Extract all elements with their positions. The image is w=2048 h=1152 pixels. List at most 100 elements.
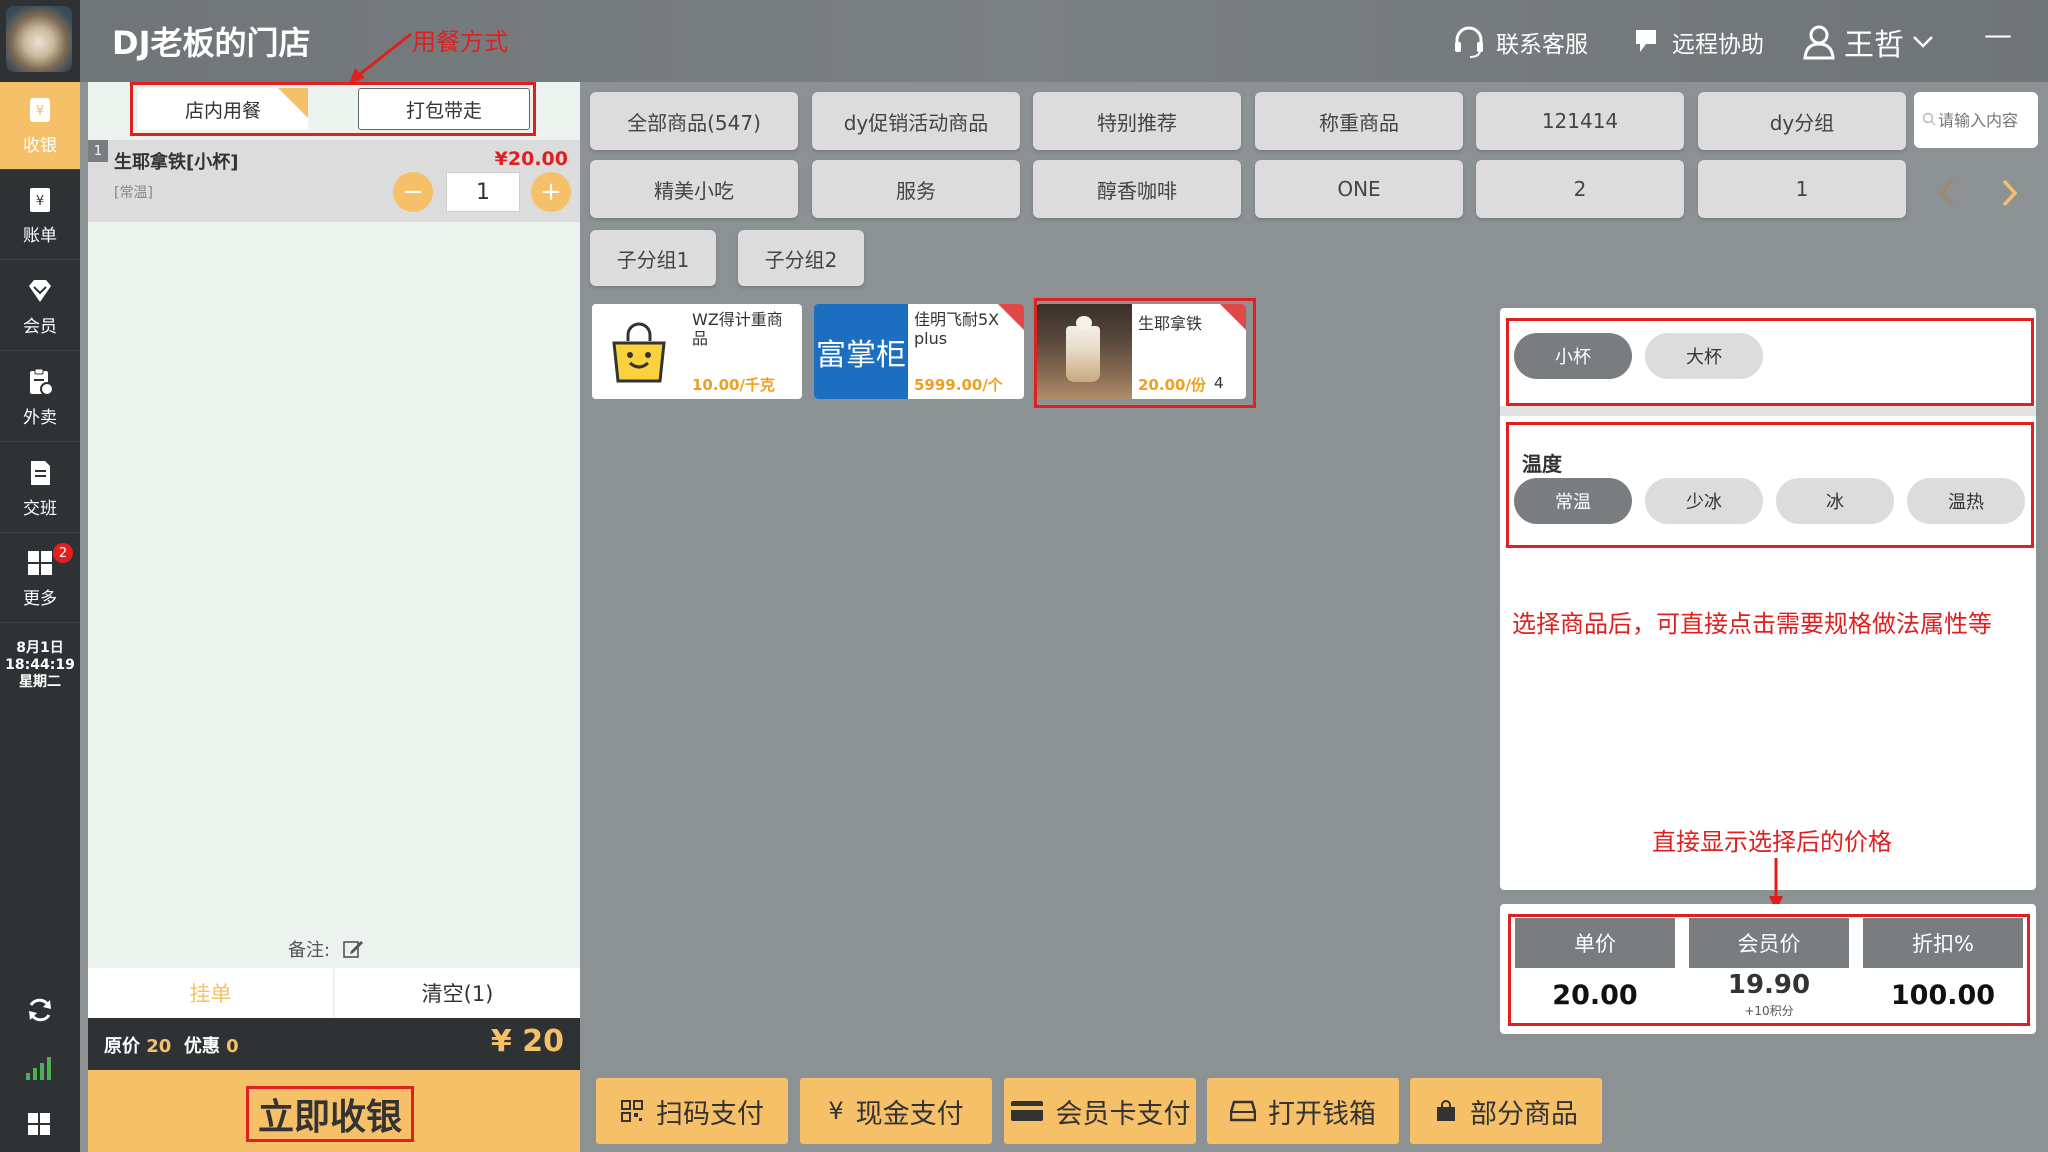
cart-row[interactable]: 1 生耶拿铁[小杯] ¥20.00 [常温] − 1 + <box>88 140 580 222</box>
category-subgroup-2[interactable]: 子分组2 <box>738 230 864 286</box>
sidebar-label-bill: 账单 <box>23 226 57 246</box>
sidebar-label-shift: 交班 <box>23 499 57 519</box>
refresh-icon[interactable] <box>25 995 55 1025</box>
sidebar-label-member: 会员 <box>23 317 57 337</box>
cart-summary: 原价 20 优惠 0 ¥ 20 <box>88 1018 580 1070</box>
size-option-small[interactable]: 小杯 <box>1514 333 1632 379</box>
summary-text: 原价 20 优惠 0 <box>104 1032 239 1058</box>
search-icon <box>1922 112 1936 126</box>
category-service[interactable]: 服务 <box>812 160 1020 218</box>
annotation-arrow <box>349 32 412 84</box>
product-cart-qty: 4 <box>1214 374 1224 392</box>
category-2[interactable]: 2 <box>1476 160 1684 218</box>
scan-pay-button[interactable]: 扫码支付 <box>596 1078 788 1144</box>
product-card[interactable]: WZ得计重商品 10.00/千克 <box>592 304 802 399</box>
svg-text:¥: ¥ <box>36 194 44 209</box>
category-recommended[interactable]: 特别推荐 <box>1033 92 1241 150</box>
sidebar-item-more[interactable]: 更多 2 <box>0 535 80 623</box>
product-image <box>1036 304 1132 399</box>
user-menu[interactable]: 王哲 <box>1802 20 1934 64</box>
scan-pay-label: 扫码支付 <box>656 1098 764 1130</box>
sidebar-item-cashier[interactable]: ¥ 收银 <box>0 82 80 170</box>
remote-assist-label: 远程协助 <box>1672 32 1764 58</box>
size-option-large[interactable]: 大杯 <box>1645 333 1763 379</box>
bill-icon: ¥ <box>30 188 50 212</box>
temp-option-ice[interactable]: 冰 <box>1776 478 1894 524</box>
support-button[interactable]: 联系客服 <box>1452 22 1588 62</box>
qty-input[interactable]: 1 <box>446 172 520 212</box>
category-dy-promo[interactable]: dy促销活动商品 <box>812 92 1020 150</box>
cash-pay-button[interactable]: ¥ 现金支付 <box>800 1078 992 1144</box>
qty-decrease-button[interactable]: − <box>393 172 433 212</box>
annotation-price-display: 直接显示选择后的价格 <box>1652 828 1892 856</box>
tab-takeaway[interactable]: 打包带走 <box>358 88 530 130</box>
annotation-select-spec: 选择商品后，可直接点击需要规格做法属性等 <box>1512 610 1992 638</box>
temp-title: 温度 <box>1522 452 1562 476</box>
cashier-icon: ¥ <box>30 98 50 122</box>
takeout-icon <box>30 368 54 396</box>
category-1[interactable]: 1 <box>1698 160 1906 218</box>
member-card-pay-label: 会员卡支付 <box>1055 1098 1191 1130</box>
sidebar-label-takeout: 外卖 <box>23 408 57 428</box>
sidebar-item-shift[interactable]: 交班 <box>0 445 80 533</box>
clock-date: 8月1日 <box>16 640 64 656</box>
corner-ribbon <box>998 304 1024 330</box>
temp-option-less-ice[interactable]: 少冰 <box>1645 478 1763 524</box>
sidebar-item-takeout[interactable]: 外卖 <box>0 354 80 442</box>
support-label: 联系客服 <box>1496 32 1588 58</box>
search-box[interactable] <box>1914 92 2038 148</box>
temp-option-normal[interactable]: 常温 <box>1514 478 1632 524</box>
remote-assist-icon <box>1636 30 1656 52</box>
category-weighed[interactable]: 称重商品 <box>1255 92 1463 150</box>
product-price: 5999.00/个 <box>914 376 1003 394</box>
next-page-icon[interactable] <box>1998 178 2020 208</box>
category-121414[interactable]: 121414 <box>1476 92 1684 150</box>
cart-item-price: ¥20.00 <box>494 148 568 170</box>
shopping-bag-icon <box>612 322 666 382</box>
open-drawer-button[interactable]: 打开钱箱 <box>1207 1078 1399 1144</box>
discount-label: 优惠 <box>183 1036 220 1057</box>
open-drawer-label: 打开钱箱 <box>1268 1098 1376 1130</box>
search-input[interactable] <box>1938 106 2034 134</box>
shift-icon <box>31 461 50 485</box>
spec-divider <box>1500 406 2036 416</box>
checkout-button[interactable]: 立即收银 <box>246 1086 414 1142</box>
category-dy-group[interactable]: dy分组 <box>1698 92 1906 150</box>
category-one[interactable]: ONE <box>1255 160 1463 218</box>
product-card[interactable]: 富掌柜 佳明飞耐5X plus 5999.00/个 <box>814 304 1024 399</box>
sidebar-item-bill[interactable]: ¥ 账单 <box>0 172 80 260</box>
discount-rate-label: 折扣% <box>1863 918 2023 968</box>
minimize-button[interactable]: — <box>1984 18 2012 51</box>
product-card-selected[interactable]: 生耶拿铁 20.00/份 4 <box>1036 304 1246 399</box>
sidebar-clock: 8月1日 18:44:19 星期二 <box>0 640 80 691</box>
remote-assist-button[interactable]: 远程协助 <box>1630 22 1764 62</box>
original-price-value: 20 <box>146 1036 172 1057</box>
app-grid-icon[interactable] <box>27 1112 51 1136</box>
qty-increase-button[interactable]: + <box>531 172 571 212</box>
member-card-pay-button[interactable]: 会员卡支付 <box>1004 1078 1196 1144</box>
partial-items-button[interactable]: 部分商品 <box>1410 1078 1602 1144</box>
member-icon <box>29 280 51 302</box>
sidebar-label-more: 更多 <box>23 589 57 609</box>
prev-page-icon[interactable] <box>1936 178 1958 208</box>
latte-cup <box>1066 326 1100 382</box>
product-price: 20.00/份 <box>1138 376 1206 394</box>
corner-ribbon <box>1220 304 1246 330</box>
category-snacks[interactable]: 精美小吃 <box>590 160 798 218</box>
edit-icon[interactable] <box>342 938 364 960</box>
more-apps-icon <box>28 551 52 575</box>
category-coffee[interactable]: 醇香咖啡 <box>1033 160 1241 218</box>
card-icon <box>1010 1101 1043 1121</box>
category-all[interactable]: 全部商品(547) <box>590 92 798 150</box>
category-subgroup-1[interactable]: 子分组1 <box>590 230 716 286</box>
store-avatar[interactable] <box>6 6 72 72</box>
bag-icon <box>1437 1100 1455 1121</box>
discount-value: 0 <box>226 1036 239 1057</box>
temp-option-warm[interactable]: 温热 <box>1907 478 2025 524</box>
product-image <box>592 304 686 399</box>
note-row[interactable]: 备注: <box>288 936 364 962</box>
clear-cart-button[interactable]: 清空(1) <box>335 968 580 1018</box>
sidebar-item-member[interactable]: 会员 <box>0 263 80 351</box>
cash-drawer-icon <box>1230 1100 1256 1122</box>
hold-order-button[interactable]: 挂单 <box>88 968 333 1018</box>
